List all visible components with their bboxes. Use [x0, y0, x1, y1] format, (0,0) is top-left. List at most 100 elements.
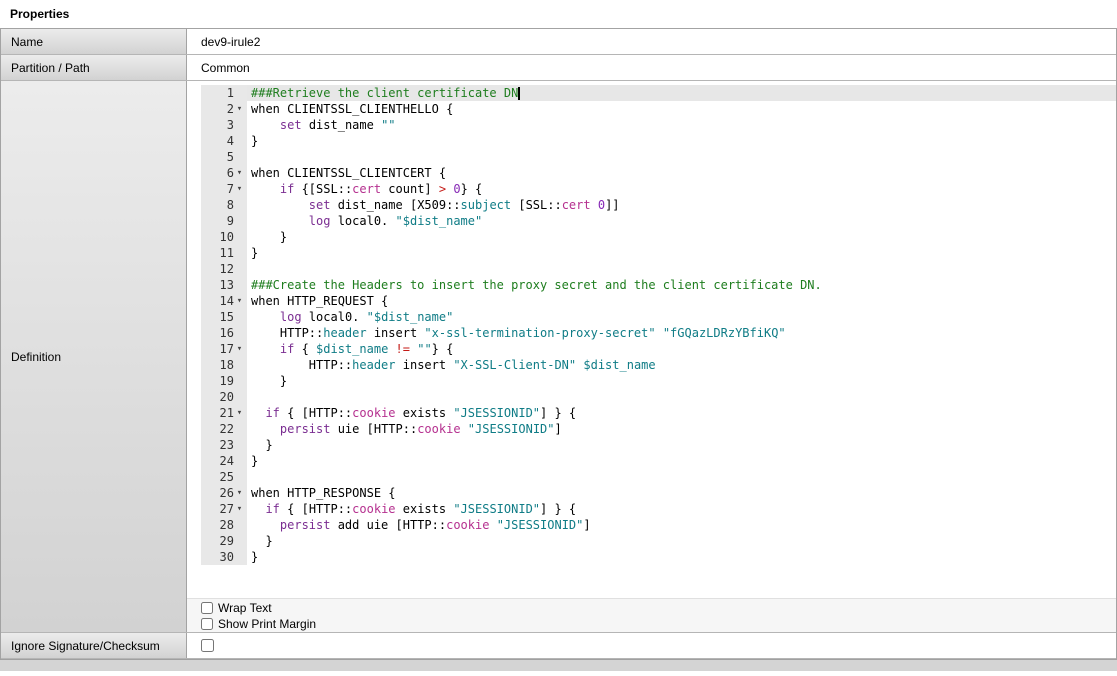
code-line-text[interactable]: }: [247, 229, 1116, 245]
line-number: 23: [220, 437, 234, 453]
gutter-cell[interactable]: 8: [201, 197, 247, 213]
gutter-cell[interactable]: 28: [201, 517, 247, 533]
wrap-text-option[interactable]: Wrap Text: [201, 600, 1116, 615]
gutter-cell[interactable]: 20: [201, 389, 247, 405]
gutter-cell[interactable]: 26▾: [201, 485, 247, 501]
code-line-text[interactable]: HTTP::header insert "X-SSL-Client-DN" $d…: [247, 357, 1116, 373]
wrap-text-checkbox[interactable]: [201, 602, 213, 614]
code-line-text[interactable]: when HTTP_RESPONSE {: [247, 485, 1116, 501]
code-line-text[interactable]: if {[SSL::cert count] > 0} {: [247, 181, 1116, 197]
code-line-text[interactable]: when HTTP_REQUEST {: [247, 293, 1116, 309]
gutter-cell[interactable]: 14▾: [201, 293, 247, 309]
code-line-text[interactable]: }: [247, 373, 1116, 389]
gutter-cell[interactable]: 6▾: [201, 165, 247, 181]
line-number: 17: [220, 341, 234, 357]
line-number: 5: [227, 149, 234, 165]
fold-icon[interactable]: ▾: [234, 485, 245, 501]
code-line-text[interactable]: }: [247, 245, 1116, 261]
code-line: 15 log local0. "$dist_name": [201, 309, 1116, 325]
fold-icon: [234, 117, 245, 133]
definition-label: Definition: [1, 81, 187, 632]
gutter-cell[interactable]: 1: [201, 85, 247, 101]
show-print-margin-option[interactable]: Show Print Margin: [201, 616, 1116, 631]
fold-icon[interactable]: ▾: [234, 405, 245, 421]
code-line-text[interactable]: set dist_name "": [247, 117, 1116, 133]
fold-icon[interactable]: ▾: [234, 293, 245, 309]
fold-icon: [234, 469, 245, 485]
code-line-text[interactable]: }: [247, 437, 1116, 453]
fold-icon: [234, 389, 245, 405]
code-line-text[interactable]: [247, 261, 1116, 277]
code-line: 3 set dist_name "": [201, 117, 1116, 133]
code-line: 12: [201, 261, 1116, 277]
ignore-signature-checkbox[interactable]: [201, 639, 214, 652]
code-editor[interactable]: 1###Retrieve the client certificate DN2▾…: [201, 81, 1116, 598]
fold-icon[interactable]: ▾: [234, 101, 245, 117]
gutter-cell[interactable]: 12: [201, 261, 247, 277]
gutter-cell[interactable]: 4: [201, 133, 247, 149]
gutter-cell[interactable]: 10: [201, 229, 247, 245]
gutter-cell[interactable]: 5: [201, 149, 247, 165]
code-line: 21▾ if { [HTTP::cookie exists "JSESSIONI…: [201, 405, 1116, 421]
gutter-cell[interactable]: 15: [201, 309, 247, 325]
name-label: Name: [1, 29, 187, 54]
code-line-text[interactable]: log local0. "$dist_name": [247, 309, 1116, 325]
gutter-cell[interactable]: 18: [201, 357, 247, 373]
gutter-cell[interactable]: 27▾: [201, 501, 247, 517]
gutter-cell[interactable]: 9: [201, 213, 247, 229]
code-line-text[interactable]: ###Retrieve the client certificate DN: [247, 85, 1116, 101]
line-number: 15: [220, 309, 234, 325]
gutter-cell[interactable]: 21▾: [201, 405, 247, 421]
gutter-cell[interactable]: 7▾: [201, 181, 247, 197]
gutter-cell[interactable]: 13: [201, 277, 247, 293]
code-line-text[interactable]: ###Create the Headers to insert the prox…: [247, 277, 1116, 293]
code-line-text[interactable]: set dist_name [X509::subject [SSL::cert …: [247, 197, 1116, 213]
code-line-text[interactable]: [247, 469, 1116, 485]
fold-icon: [234, 357, 245, 373]
fold-icon: [234, 453, 245, 469]
fold-icon[interactable]: ▾: [234, 341, 245, 357]
gutter-cell[interactable]: 19: [201, 373, 247, 389]
code-line-text[interactable]: log local0. "$dist_name": [247, 213, 1116, 229]
line-number: 26: [220, 485, 234, 501]
show-print-margin-label: Show Print Margin: [218, 617, 316, 631]
code-line-text[interactable]: when CLIENTSSL_CLIENTCERT {: [247, 165, 1116, 181]
gutter-cell[interactable]: 11: [201, 245, 247, 261]
code-line-text[interactable]: }: [247, 549, 1116, 565]
code-line-text[interactable]: }: [247, 133, 1116, 149]
code-line-text[interactable]: [247, 149, 1116, 165]
code-line: 1###Retrieve the client certificate DN: [201, 85, 1116, 101]
gutter-cell[interactable]: 2▾: [201, 101, 247, 117]
gutter-cell[interactable]: 23: [201, 437, 247, 453]
code-line-text[interactable]: persist add uie [HTTP::cookie "JSESSIONI…: [247, 517, 1116, 533]
fold-icon: [234, 309, 245, 325]
line-number: 20: [220, 389, 234, 405]
code-line-text[interactable]: when CLIENTSSL_CLIENTHELLO {: [247, 101, 1116, 117]
code-line-text[interactable]: persist uie [HTTP::cookie "JSESSIONID"]: [247, 421, 1116, 437]
fold-icon[interactable]: ▾: [234, 181, 245, 197]
code-line: 2▾when CLIENTSSL_CLIENTHELLO {: [201, 101, 1116, 117]
gutter-cell[interactable]: 3: [201, 117, 247, 133]
fold-icon[interactable]: ▾: [234, 501, 245, 517]
gutter-cell[interactable]: 17▾: [201, 341, 247, 357]
gutter-cell[interactable]: 30: [201, 549, 247, 565]
code-line-text[interactable]: HTTP::header insert "x-ssl-termination-p…: [247, 325, 1116, 341]
fold-icon[interactable]: ▾: [234, 165, 245, 181]
code-line-text[interactable]: }: [247, 453, 1116, 469]
code-line: 24}: [201, 453, 1116, 469]
gutter-cell[interactable]: 29: [201, 533, 247, 549]
show-print-margin-checkbox[interactable]: [201, 618, 213, 630]
code-line-text[interactable]: if { [HTTP::cookie exists "JSESSIONID"] …: [247, 405, 1116, 421]
page-title: Properties: [0, 0, 1117, 28]
gutter-cell[interactable]: 25: [201, 469, 247, 485]
code-line-text[interactable]: [247, 389, 1116, 405]
gutter-cell[interactable]: 24: [201, 453, 247, 469]
code-line: 30}: [201, 549, 1116, 565]
code-line-text[interactable]: }: [247, 533, 1116, 549]
gutter-cell[interactable]: 16: [201, 325, 247, 341]
code-line-text[interactable]: if { $dist_name != ""} {: [247, 341, 1116, 357]
name-row: Name dev9-irule2: [1, 29, 1116, 55]
code-line-text[interactable]: if { [HTTP::cookie exists "JSESSIONID"] …: [247, 501, 1116, 517]
gutter-cell[interactable]: 22: [201, 421, 247, 437]
fold-icon: [234, 517, 245, 533]
